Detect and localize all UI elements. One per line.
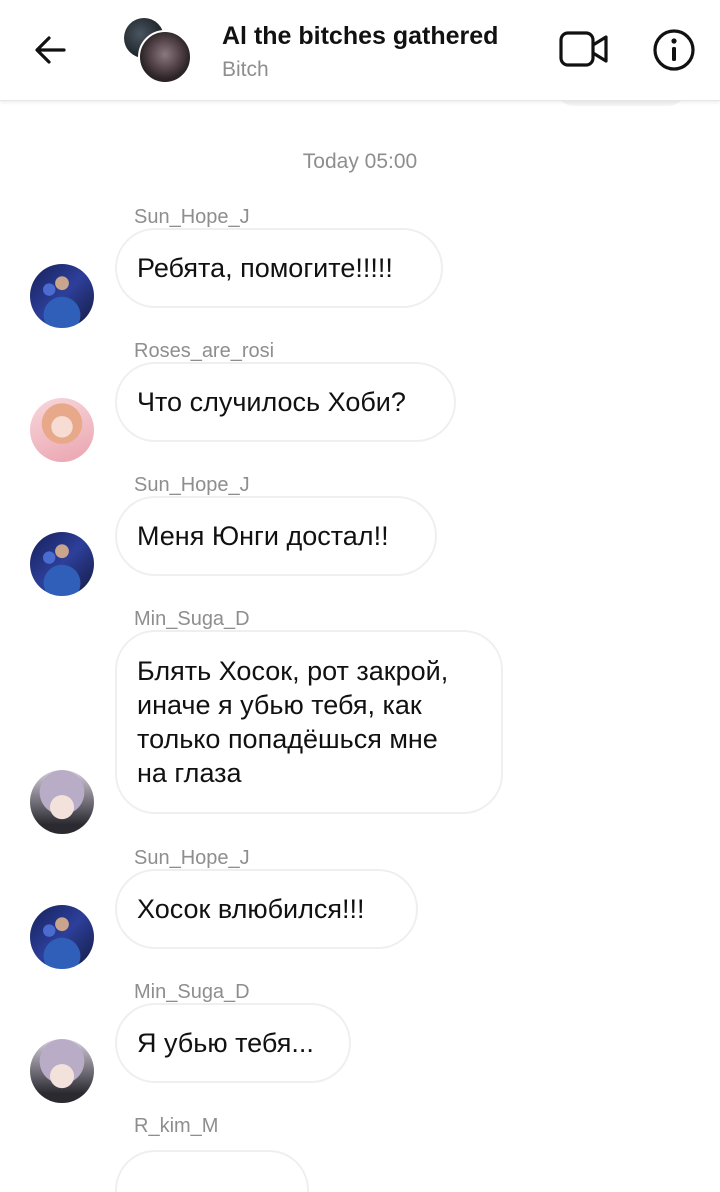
message-bubble[interactable]: Блять Хосок, рот закрой, иначе я убью те… [115, 630, 503, 814]
video-camera-icon [559, 31, 608, 67]
info-button[interactable] [650, 26, 698, 74]
sender-avatar[interactable] [30, 264, 94, 328]
message-sender: Sun_Hope_J [134, 474, 250, 496]
message-bubble-partial[interactable] [115, 1150, 309, 1192]
back-button[interactable] [26, 26, 74, 74]
message-sender: Min_Suga_D [134, 981, 250, 1003]
message-bubble[interactable]: Ребята, помогите!!!!! [115, 228, 443, 308]
message-timestamp: Today 05:00 [302, 150, 418, 173]
chat-header: Al the bitches gathered Bitch [0, 0, 720, 101]
message-bubble[interactable]: Я убью тебя... [115, 1003, 351, 1083]
message-bubble[interactable]: Что случилось Хоби? [115, 362, 456, 442]
group-avatar[interactable] [124, 18, 192, 84]
message-sender: Roses_are_rosi [134, 340, 275, 362]
message-sender: Sun_Hope_J [134, 206, 250, 228]
arrow-left-icon [35, 36, 66, 64]
message-bubble[interactable]: Хосок влюбился!!! [115, 869, 418, 949]
sender-avatar[interactable] [30, 1039, 94, 1103]
message-sender: Min_Suga_D [134, 608, 250, 630]
sender-avatar[interactable] [30, 905, 94, 969]
message-bubble[interactable]: Меня Юнги достал!! [115, 496, 437, 576]
chat-subtitle: Bitch [222, 58, 269, 81]
info-icon [653, 29, 695, 71]
sender-avatar[interactable] [30, 398, 94, 462]
group-avatar-front [138, 30, 192, 84]
message-sender: Sun_Hope_J [134, 847, 250, 869]
sender-avatar[interactable] [30, 532, 94, 596]
message-sender: R_kim_M [134, 1115, 219, 1137]
chat-title[interactable]: Al the bitches gathered [222, 22, 498, 51]
sender-avatar[interactable] [30, 770, 94, 834]
video-call-button[interactable] [556, 26, 612, 72]
